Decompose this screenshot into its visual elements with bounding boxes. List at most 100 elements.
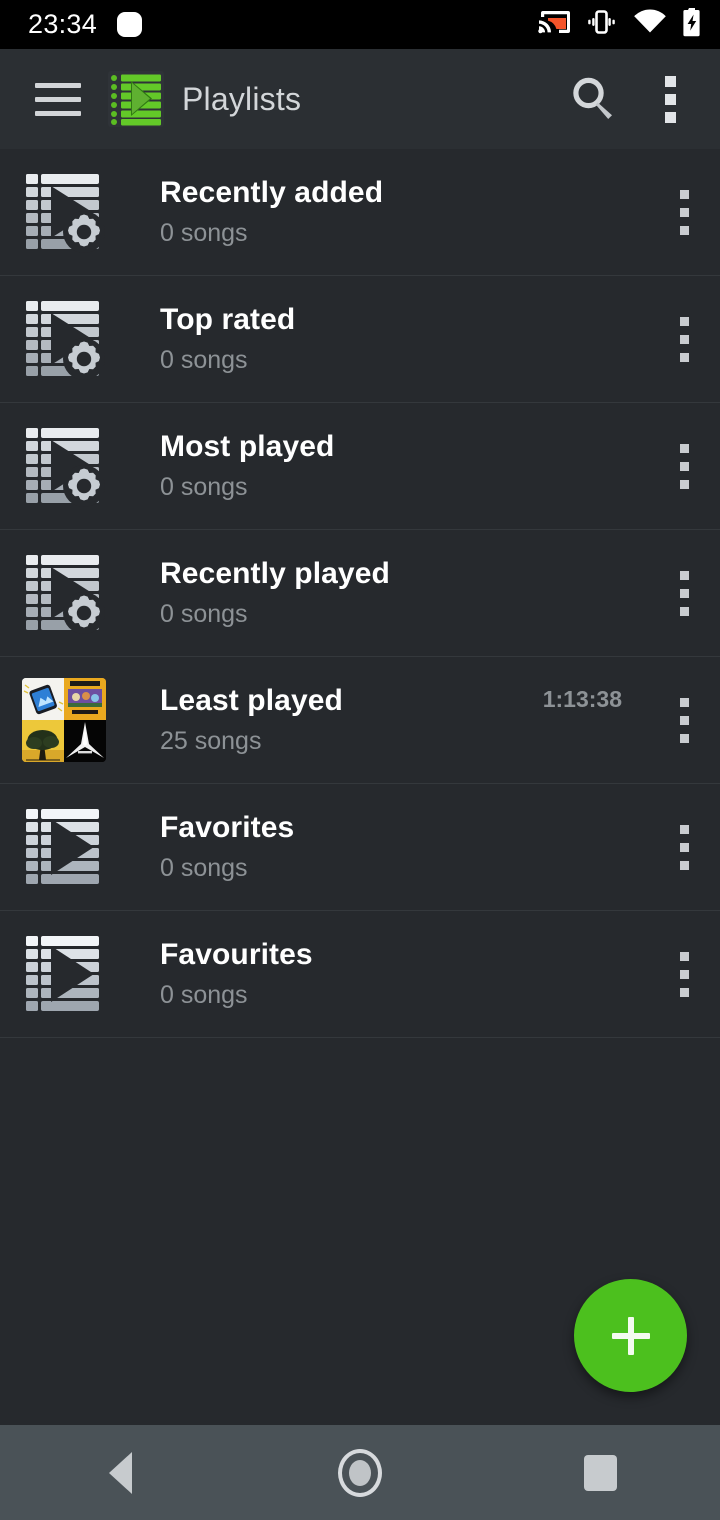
playlist-title: Top rated — [160, 303, 296, 337]
overflow-dot — [679, 715, 689, 725]
list-item-overflow-icon[interactable] — [648, 530, 720, 657]
overflow-dot — [679, 443, 689, 453]
wifi-icon — [633, 8, 667, 41]
smart-playlist-icon — [22, 424, 106, 508]
hamburger-icon[interactable] — [30, 71, 86, 127]
playlist-song-count: 0 songs — [160, 345, 248, 374]
album-art-mosaic — [22, 678, 106, 762]
list-item-overflow-icon[interactable] — [648, 784, 720, 911]
toolbar-actions — [554, 59, 706, 139]
playlist-song-count: 0 songs — [160, 853, 248, 882]
overflow-dot — [664, 75, 676, 87]
status-bar-clock: 23:34 — [28, 9, 98, 39]
list-item[interactable]: Least played 25 songs 1:13:38 — [0, 657, 720, 784]
smart-playlist-icon — [22, 297, 106, 381]
overflow-dot — [679, 697, 689, 707]
album-art-tile — [22, 720, 64, 762]
list-item[interactable]: Top rated 0 songs — [0, 276, 720, 403]
hamburger-bar — [35, 82, 81, 88]
recents-square — [583, 1454, 617, 1491]
overflow-dot — [664, 93, 676, 105]
home-ring — [338, 1448, 382, 1497]
app-toolbar: Playlists — [0, 49, 720, 149]
overflow-dot — [679, 207, 689, 217]
page-title: Playlists — [182, 80, 302, 117]
list-item-text: Top rated 0 songs — [160, 303, 622, 374]
playlist-app-icon — [108, 71, 164, 127]
status-bar: 23:34 — [0, 0, 720, 49]
album-art-tile — [64, 678, 106, 720]
playlist-list: Recently added 0 songs Top rated 0 songs… — [0, 149, 720, 1038]
overflow-dot — [679, 334, 689, 344]
playlist-title: Most played — [160, 430, 335, 464]
home-dot — [349, 1459, 371, 1486]
overflow-dot — [664, 111, 676, 123]
plus-icon — [627, 1316, 634, 1355]
list-item-text: Least played 25 songs — [160, 684, 543, 755]
list-item-overflow-icon[interactable] — [648, 911, 720, 1038]
album-art-tile — [22, 678, 64, 720]
overflow-dot — [679, 951, 689, 961]
list-item-text: Favourites 0 songs — [160, 938, 622, 1009]
overflow-dot — [679, 479, 689, 489]
playlist-title: Least played — [160, 684, 343, 718]
add-playlist-button[interactable] — [574, 1279, 687, 1392]
overflow-dot — [679, 606, 689, 616]
playlist-title: Favourites — [160, 938, 313, 972]
playlist-icon — [22, 932, 106, 1016]
hamburger-bar — [35, 96, 81, 102]
smart-playlist-icon — [22, 551, 106, 635]
playlist-song-count: 25 songs — [160, 726, 262, 755]
overflow-dot — [679, 189, 689, 199]
app-screen: 23:34 Playlists Recently added 0 songs T… — [0, 0, 720, 1520]
search-icon[interactable] — [554, 59, 634, 139]
hamburger-bar — [35, 110, 81, 116]
list-item-overflow-icon[interactable] — [648, 403, 720, 530]
overflow-dot — [679, 824, 689, 834]
list-item[interactable]: Recently played 0 songs — [0, 530, 720, 657]
overflow-dot — [679, 316, 689, 326]
overflow-dot — [679, 352, 689, 362]
overflow-dot — [679, 225, 689, 235]
list-item-overflow-icon[interactable] — [648, 657, 720, 784]
list-item-overflow-icon[interactable] — [648, 276, 720, 403]
overflow-dot — [679, 987, 689, 997]
playlist-title: Recently added — [160, 176, 384, 210]
vibrate-icon — [585, 8, 618, 41]
overflow-dot — [679, 570, 689, 580]
overflow-dot — [679, 588, 689, 598]
overflow-dot — [679, 860, 689, 870]
overflow-dot — [679, 461, 689, 471]
album-art-tile — [64, 720, 106, 762]
battery-charging-icon — [682, 7, 702, 42]
playlist-title: Favorites — [160, 811, 295, 845]
overflow-dot — [679, 969, 689, 979]
list-item-text: Recently added 0 songs — [160, 176, 622, 247]
playlist-song-count: 0 songs — [160, 218, 248, 247]
overflow-dot — [679, 842, 689, 852]
playlist-song-count: 0 songs — [160, 980, 248, 1009]
overflow-menu-icon[interactable] — [634, 59, 706, 139]
list-item[interactable]: Most played 0 songs — [0, 403, 720, 530]
list-item-overflow-icon[interactable] — [648, 149, 720, 276]
list-item-text: Favorites 0 songs — [160, 811, 622, 882]
system-navigation-bar — [0, 1425, 720, 1520]
status-bar-icons — [538, 7, 702, 42]
playlist-duration: 1:13:38 — [542, 686, 622, 712]
recents-icon[interactable] — [480, 1454, 720, 1491]
back-icon[interactable] — [0, 1451, 240, 1494]
playlist-song-count: 0 songs — [160, 599, 248, 628]
overflow-dot — [679, 733, 689, 743]
list-item[interactable]: Favorites 0 songs — [0, 784, 720, 911]
list-item[interactable]: Recently added 0 songs — [0, 149, 720, 276]
back-triangle — [108, 1451, 132, 1494]
list-item[interactable]: Favourites 0 songs — [0, 911, 720, 1038]
album-art-grid — [22, 678, 106, 762]
notification-dot-icon — [117, 12, 143, 37]
playlist-title: Recently played — [160, 557, 390, 591]
playlist-song-count: 0 songs — [160, 472, 248, 501]
cast-icon — [538, 8, 570, 41]
list-item-text: Most played 0 songs — [160, 430, 622, 501]
playlist-icon — [22, 805, 106, 889]
home-icon[interactable] — [240, 1448, 480, 1497]
